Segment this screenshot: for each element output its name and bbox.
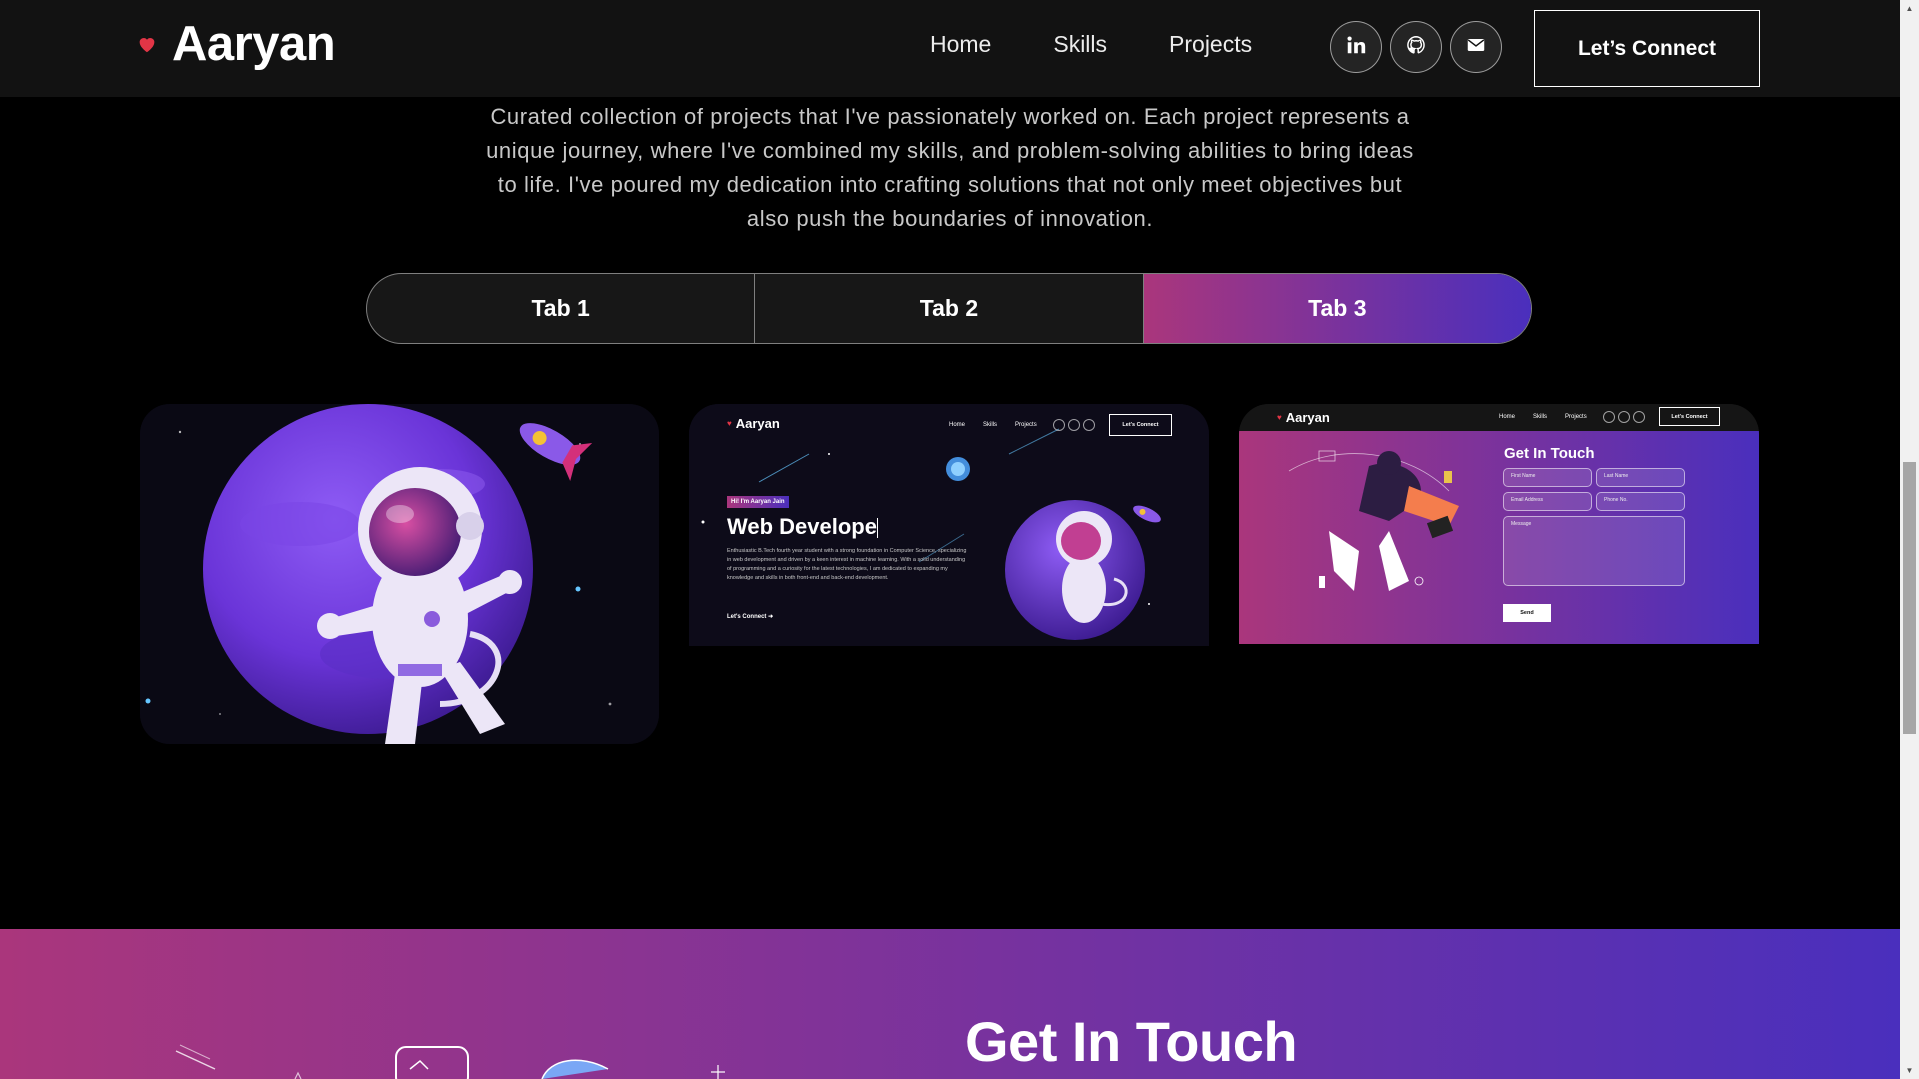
mini-hero-cta-text: Let's Connect bbox=[727, 614, 767, 620]
mini-link-skills: Skills bbox=[983, 422, 998, 428]
github-icon bbox=[1405, 34, 1427, 61]
viewport: Aaryan Home Skills Projects Let’s Connec… bbox=[0, 0, 1900, 1079]
mini-link-projects: Projects bbox=[1565, 414, 1587, 420]
projects-description: Curated collection of projects that I've… bbox=[486, 104, 1414, 231]
astronaut-illustration bbox=[140, 404, 659, 744]
github-icon bbox=[1068, 419, 1080, 431]
mini-hero-paragraph: Enthusiastic B.Tech fourth year student … bbox=[727, 548, 967, 581]
brand-name: Aaryan bbox=[172, 17, 336, 71]
mini-hero-cta: Let's Connect ➜ bbox=[727, 613, 773, 620]
mini-connect-button: Let's Connect bbox=[1659, 407, 1720, 426]
text-cursor bbox=[876, 518, 878, 539]
nav-links: Home Skills Projects bbox=[930, 31, 1252, 58]
project-card-3[interactable]: ♥ Aaryan Home Skills Projects Let's Conn… bbox=[1239, 404, 1759, 644]
project-card-2[interactable]: ♥ Aaryan Home Skills Projects Let's Conn… bbox=[689, 404, 1209, 646]
mail-icon bbox=[1465, 34, 1487, 61]
mini-message-field: Message bbox=[1503, 516, 1685, 586]
contact-illustration bbox=[1288, 450, 1459, 591]
mini-first-name-field: First Name bbox=[1503, 468, 1592, 487]
linkedin-icon bbox=[1345, 34, 1367, 61]
mail-icon bbox=[1633, 411, 1645, 423]
contact-illustration-partial bbox=[175, 1044, 725, 1079]
email-button[interactable] bbox=[1450, 21, 1502, 73]
mini-link-projects: Projects bbox=[1015, 422, 1037, 428]
mini-navbar: ♥ Aaryan Home Skills Projects Let's Conn… bbox=[1239, 404, 1759, 431]
mini-brand: ♥ Aaryan bbox=[1277, 410, 1330, 425]
linkedin-icon bbox=[1053, 419, 1065, 431]
mini-brand: ♥ Aaryan bbox=[727, 416, 780, 431]
github-icon bbox=[1618, 411, 1630, 423]
mini-hero-title-text: Web Develope bbox=[727, 514, 877, 539]
heart-icon bbox=[136, 33, 158, 55]
project-tabs: Tab 1 Tab 2 Tab 3 bbox=[366, 273, 1532, 344]
scrollbar-thumb[interactable] bbox=[1903, 462, 1916, 734]
navbar: Aaryan Home Skills Projects Let’s Connec… bbox=[0, 0, 1900, 97]
contact-section: Get In Touch bbox=[0, 929, 1900, 1079]
tab-2[interactable]: Tab 2 bbox=[755, 274, 1144, 343]
github-button[interactable] bbox=[1390, 21, 1442, 73]
linkedin-button[interactable] bbox=[1330, 21, 1382, 73]
heart-icon: ♥ bbox=[1277, 413, 1282, 422]
linkedin-icon bbox=[1603, 411, 1615, 423]
mini-email-field: Email Address bbox=[1503, 492, 1592, 511]
tab-1[interactable]: Tab 1 bbox=[367, 274, 756, 343]
tab-3[interactable]: Tab 3 bbox=[1143, 274, 1531, 343]
lets-connect-button[interactable]: Let’s Connect bbox=[1534, 10, 1760, 87]
mini-link-home: Home bbox=[1499, 414, 1516, 420]
page: Aaryan Home Skills Projects Let’s Connec… bbox=[0, 0, 1919, 1079]
mini-socials bbox=[1053, 419, 1095, 431]
mini-phone-field: Phone No. bbox=[1596, 492, 1685, 511]
scrollbar[interactable]: ▲ ▼ bbox=[1900, 0, 1919, 1079]
mini-send-button: Send bbox=[1503, 604, 1551, 622]
mini-link-skills: Skills bbox=[1533, 414, 1548, 420]
project-card-1[interactable] bbox=[140, 404, 659, 744]
mini-nav-links: Home Skills Projects bbox=[949, 422, 1037, 428]
brand-logo[interactable]: Aaryan bbox=[136, 16, 336, 72]
heart-icon: ♥ bbox=[727, 419, 732, 428]
mini-contact-title: Get In Touch bbox=[1504, 445, 1595, 462]
nav-link-home[interactable]: Home bbox=[930, 31, 991, 58]
mini-last-name-field: Last Name bbox=[1596, 468, 1685, 487]
arrow-circle-icon: ➜ bbox=[768, 614, 774, 620]
scroll-down-arrow[interactable]: ▼ bbox=[1900, 1062, 1919, 1079]
mini-socials bbox=[1603, 411, 1645, 423]
contact-title: Get In Touch bbox=[965, 1010, 1298, 1073]
mini-hero-title: Web Develope bbox=[727, 514, 878, 540]
mini-brand-name: Aaryan bbox=[1285, 410, 1330, 425]
mini-nav-links: Home Skills Projects bbox=[1499, 414, 1587, 420]
mini-connect-button: Let's Connect bbox=[1109, 414, 1172, 436]
scroll-up-arrow[interactable]: ▲ bbox=[1900, 0, 1919, 17]
mini-contact-section: Get In Touch First Name Last Name Email … bbox=[1239, 431, 1759, 644]
social-links bbox=[1330, 21, 1502, 73]
mini-greeting-tag: Hi! I'm Aaryan Jain bbox=[727, 496, 789, 508]
nav-link-projects[interactable]: Projects bbox=[1169, 31, 1252, 58]
mini-link-home: Home bbox=[949, 422, 966, 428]
nav-link-skills[interactable]: Skills bbox=[1053, 31, 1107, 58]
mini-brand-name: Aaryan bbox=[735, 416, 780, 431]
mail-icon bbox=[1083, 419, 1095, 431]
